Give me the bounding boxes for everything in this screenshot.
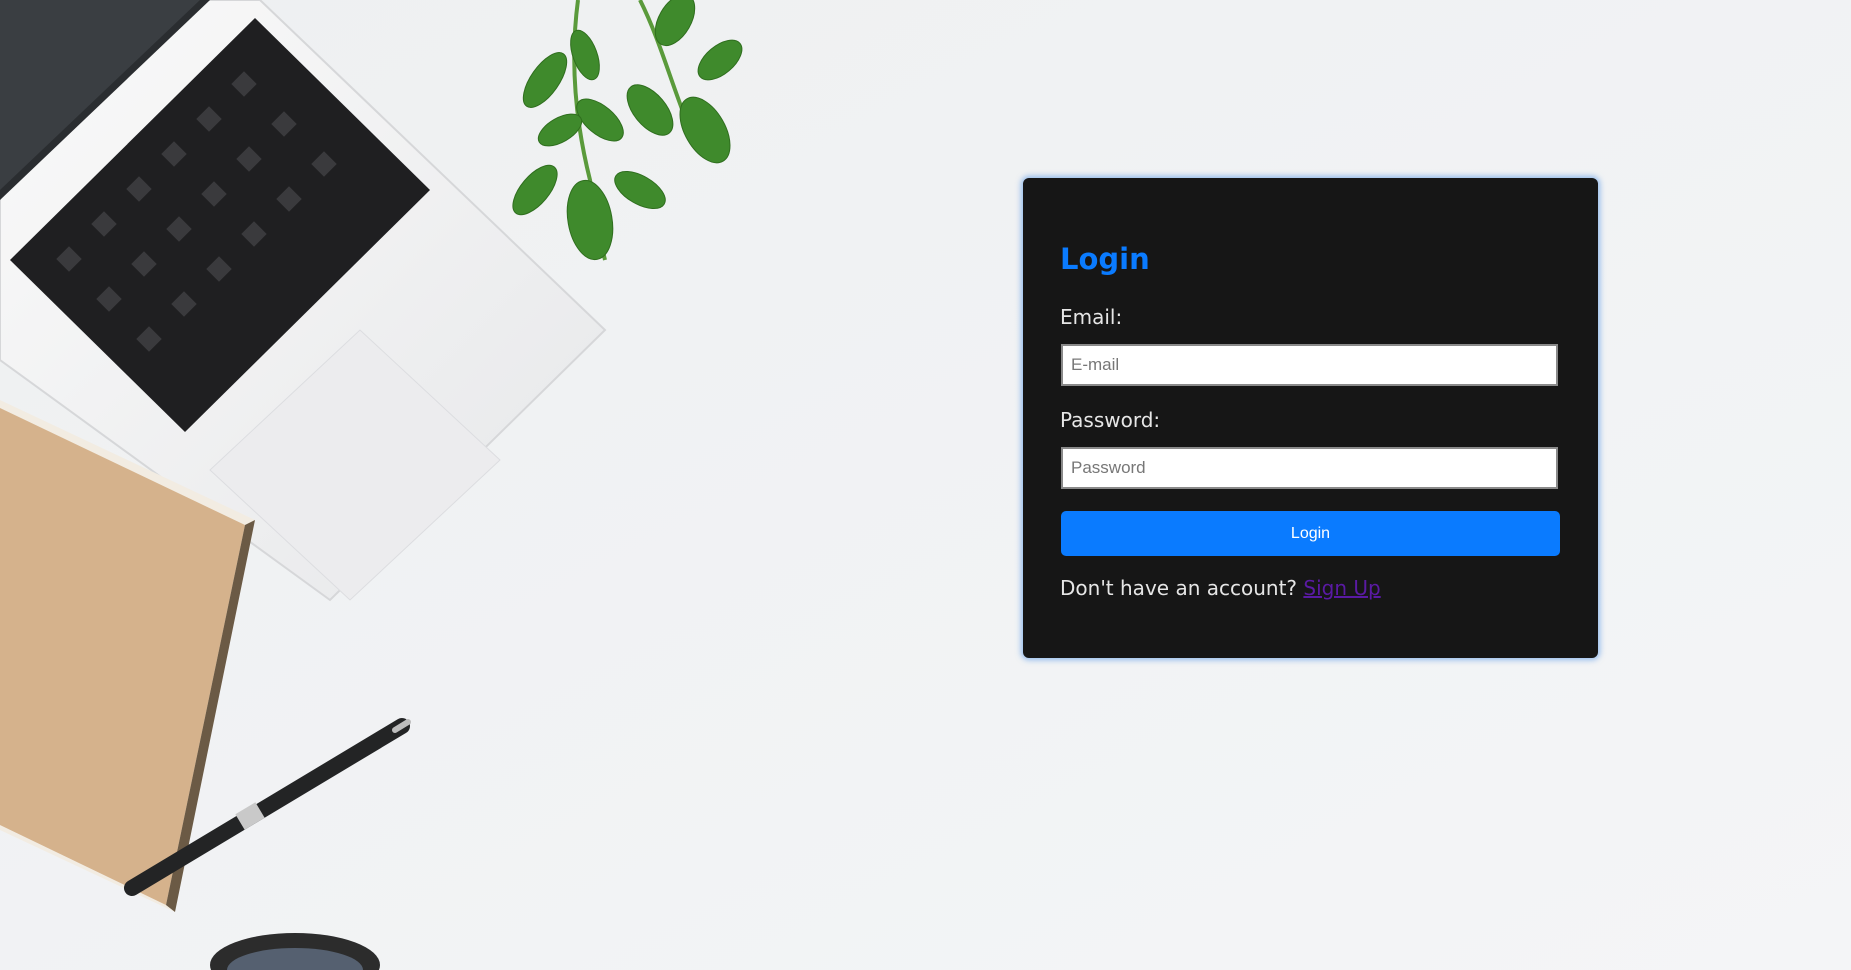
login-title: Login <box>1060 242 1150 276</box>
login-button[interactable]: Login <box>1061 511 1560 556</box>
password-field[interactable] <box>1061 447 1558 489</box>
email-label: Email: <box>1060 305 1123 329</box>
login-card: Login Email: Password: Login Don't have … <box>1023 178 1598 658</box>
signup-prompt-text: Don't have an account? <box>1060 576 1298 600</box>
signup-prompt-line: Don't have an account? Sign Up <box>1060 576 1381 600</box>
password-label: Password: <box>1060 408 1161 432</box>
signup-link[interactable]: Sign Up <box>1303 576 1380 600</box>
email-field[interactable] <box>1061 344 1558 386</box>
